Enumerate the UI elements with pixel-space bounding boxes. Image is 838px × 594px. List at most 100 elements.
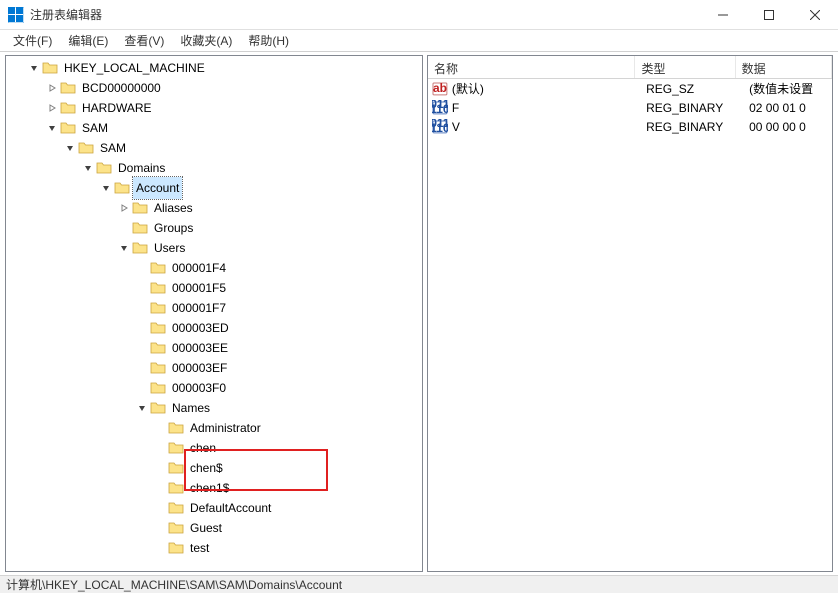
cell-type: REG_BINARY [646, 101, 749, 115]
menu-help[interactable]: 帮助(H) [240, 30, 297, 51]
tree-label[interactable]: 000003EF [169, 357, 230, 379]
title-bar: 注册表编辑器 [0, 0, 838, 30]
tree-node[interactable]: HARDWARE [6, 98, 422, 118]
tree-node[interactable]: chen1$ [6, 478, 422, 498]
folder-icon [150, 320, 166, 336]
collapse-icon[interactable] [62, 140, 78, 156]
tree-label[interactable]: 000003F0 [169, 377, 229, 399]
tree-label[interactable]: SAM [79, 117, 111, 139]
tree-node[interactable]: 000001F4 [6, 258, 422, 278]
list-row[interactable]: 011110VREG_BINARY00 00 00 0 [428, 117, 832, 136]
col-header-name[interactable]: 名称 [428, 56, 635, 78]
tree-label[interactable]: chen$ [187, 457, 226, 479]
tree-label[interactable]: Users [151, 237, 188, 259]
tree-label[interactable]: Account [133, 177, 182, 199]
tree-node[interactable]: HKEY_LOCAL_MACHINE [6, 58, 422, 78]
col-header-data[interactable]: 数据 [736, 56, 832, 78]
menu-favorites[interactable]: 收藏夹(A) [172, 30, 240, 51]
tree-node[interactable]: Users [6, 238, 422, 258]
window-title: 注册表编辑器 [30, 6, 700, 23]
list-row[interactable]: 011110FREG_BINARY02 00 01 0 [428, 98, 832, 117]
tree-node[interactable]: BCD00000000 [6, 78, 422, 98]
folder-icon [150, 360, 166, 376]
tree-node[interactable]: test [6, 538, 422, 558]
maximize-button[interactable] [746, 0, 792, 30]
folder-icon [78, 140, 94, 156]
tree-label[interactable]: 000001F7 [169, 297, 229, 319]
tree-label[interactable]: Aliases [151, 197, 196, 219]
cell-type: REG_BINARY [646, 120, 749, 134]
tree-node[interactable]: Names [6, 398, 422, 418]
tree-node[interactable]: 000003EE [6, 338, 422, 358]
tree-node[interactable]: Groups [6, 218, 422, 238]
folder-icon [60, 120, 76, 136]
menu-view[interactable]: 查看(V) [116, 30, 172, 51]
tree-label[interactable]: Administrator [187, 417, 264, 439]
collapse-icon[interactable] [44, 120, 60, 136]
tree-node[interactable]: SAM [6, 138, 422, 158]
tree-node[interactable]: Aliases [6, 198, 422, 218]
expand-icon[interactable] [116, 200, 132, 216]
tree-label[interactable]: BCD00000000 [79, 77, 164, 99]
folder-icon [60, 80, 76, 96]
tree-label[interactable]: Guest [187, 517, 225, 539]
tree-label[interactable]: test [187, 537, 212, 559]
tree-node[interactable]: Domains [6, 158, 422, 178]
expand-icon[interactable] [44, 100, 60, 116]
tree-label[interactable]: HKEY_LOCAL_MACHINE [61, 57, 208, 79]
collapse-icon[interactable] [98, 180, 114, 196]
tree-node[interactable]: Account [6, 178, 422, 198]
tree-label[interactable]: 000001F5 [169, 277, 229, 299]
tree-label[interactable]: chen1$ [187, 477, 232, 499]
tree-label[interactable]: SAM [97, 137, 129, 159]
tree-label[interactable]: DefaultAccount [187, 497, 274, 519]
no-expander [152, 440, 168, 456]
folder-icon [150, 400, 166, 416]
tree-label[interactable]: 000003EE [169, 337, 231, 359]
col-header-type[interactable]: 类型 [635, 56, 735, 78]
string-value-icon: ab [432, 81, 448, 97]
tree-node[interactable]: chen [6, 438, 422, 458]
no-expander [152, 540, 168, 556]
list-row[interactable]: ab(默认)REG_SZ(数值未设置 [428, 79, 832, 98]
tree-node[interactable]: 000001F5 [6, 278, 422, 298]
tree-pane[interactable]: HKEY_LOCAL_MACHINEBCD00000000HARDWARESAM… [5, 55, 423, 572]
minimize-button[interactable] [700, 0, 746, 30]
folder-icon [42, 60, 58, 76]
tree-node[interactable]: SAM [6, 118, 422, 138]
expand-icon[interactable] [44, 80, 60, 96]
no-expander [134, 280, 150, 296]
tree-node[interactable]: 000003EF [6, 358, 422, 378]
status-path: 计算机\HKEY_LOCAL_MACHINE\SAM\SAM\Domains\A… [6, 578, 342, 592]
no-expander [134, 360, 150, 376]
collapse-icon[interactable] [26, 60, 42, 76]
tree-label[interactable]: Names [169, 397, 213, 419]
tree-label[interactable]: Domains [115, 157, 168, 179]
tree-node[interactable]: 000001F7 [6, 298, 422, 318]
collapse-icon[interactable] [134, 400, 150, 416]
cell-type: REG_SZ [646, 82, 749, 96]
tree-node[interactable]: chen$ [6, 458, 422, 478]
tree-node[interactable]: Guest [6, 518, 422, 538]
app-icon [8, 7, 24, 23]
tree-label[interactable]: 000001F4 [169, 257, 229, 279]
collapse-icon[interactable] [116, 240, 132, 256]
cell-name: (默认) [452, 80, 646, 97]
tree-label[interactable]: 000003ED [169, 317, 232, 339]
binary-value-icon: 011110 [432, 119, 448, 135]
list-pane[interactable]: 名称 类型 数据 ab(默认)REG_SZ(数值未设置011110FREG_BI… [427, 55, 833, 572]
tree-label[interactable]: chen [187, 437, 219, 459]
menu-edit[interactable]: 编辑(E) [60, 30, 116, 51]
menu-file[interactable]: 文件(F) [5, 30, 60, 51]
tree-node[interactable]: 000003ED [6, 318, 422, 338]
folder-icon [150, 280, 166, 296]
no-expander [152, 520, 168, 536]
tree-node[interactable]: 000003F0 [6, 378, 422, 398]
tree-label[interactable]: HARDWARE [79, 97, 155, 119]
folder-icon [150, 300, 166, 316]
tree-label[interactable]: Groups [151, 217, 196, 239]
tree-node[interactable]: Administrator [6, 418, 422, 438]
collapse-icon[interactable] [80, 160, 96, 176]
tree-node[interactable]: DefaultAccount [6, 498, 422, 518]
close-button[interactable] [792, 0, 838, 30]
